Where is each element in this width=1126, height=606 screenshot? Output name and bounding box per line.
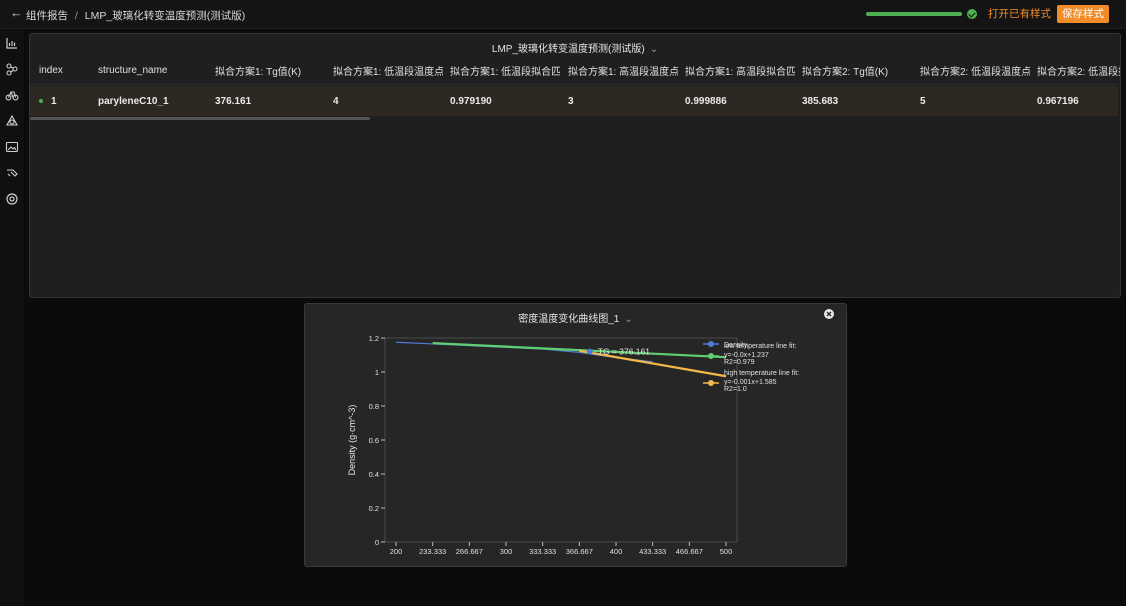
table-cell: 0.979190 xyxy=(450,95,492,107)
column-header[interactable]: 拟合方案2: 低温段温度点... xyxy=(920,56,1030,84)
column-header-structure-name[interactable]: structure_name xyxy=(98,56,208,84)
check-circle-icon xyxy=(967,9,977,19)
result-table-panel: LMP_玻璃化转变温度预测(测试版) ⌄ index structure_name… xyxy=(29,33,1121,298)
image-icon[interactable] xyxy=(5,140,19,154)
y-tick-label: 0.2 xyxy=(369,504,379,513)
legend-detail: R2=0.979 xyxy=(724,359,755,366)
x-tick-label: 366.667 xyxy=(566,547,593,556)
table-cell: 385.683 xyxy=(802,95,839,107)
x-tick-label: 266.667 xyxy=(456,547,483,556)
table-cell: paryleneC10_1 xyxy=(98,95,169,107)
legend-swatch-marker xyxy=(708,353,714,359)
sidebar xyxy=(0,29,24,606)
top-bar: ← 组件报告 / LMP_玻璃化转变温度预测(测试版) 打开已有样式 保存样式 xyxy=(0,0,1126,29)
density-chart-panel: 密度温度变化曲线图_1 ⌄ 0 0.2 0.4 0.6 0.8 1 1.2 200 233.333… xyxy=(304,303,847,567)
y-tick-label: 0 xyxy=(375,538,379,547)
legend-detail: y=-0.001x+1.585 xyxy=(724,379,777,386)
progress-bar xyxy=(866,12,962,16)
y-tick-label: 0.8 xyxy=(369,402,379,411)
series-line-1 xyxy=(432,342,727,359)
legend-label: high temperature line fit: xyxy=(724,370,799,377)
column-header[interactable]: 拟合方案1: Tg值(K) xyxy=(215,56,325,84)
x-tick-label: 400 xyxy=(610,547,623,556)
cycle-icon[interactable] xyxy=(5,192,19,206)
pen-icon[interactable] xyxy=(5,166,19,180)
column-header[interactable]: 拟合方案1: 低温段拟合匹... xyxy=(450,56,560,84)
table-title[interactable]: LMP_玻璃化转变温度预测(测试版) ⌄ xyxy=(30,40,1120,55)
save-style-button[interactable]: 保存样式 xyxy=(1057,5,1109,23)
progress-fill xyxy=(866,12,962,16)
y-tick-label: 0.6 xyxy=(369,436,379,445)
legend-label: low temperature line fit: xyxy=(724,343,796,350)
legend-swatch-marker xyxy=(708,380,714,386)
bike-icon[interactable] xyxy=(5,88,19,102)
legend-detail: y=-0.0x+1.237 xyxy=(724,352,769,359)
chevron-down-icon[interactable]: ⌄ xyxy=(650,44,658,55)
y-tick-label: 1 xyxy=(375,368,379,377)
legend-swatch-marker xyxy=(708,341,714,347)
breadcrumb-parent[interactable]: 组件报告 xyxy=(26,10,68,22)
bar-chart-icon[interactable] xyxy=(5,36,19,50)
breadcrumb-separator: / xyxy=(74,10,78,22)
breadcrumb: 组件报告 / LMP_玻璃化转变温度预测(测试版) xyxy=(26,8,245,23)
y-axis-label: Density (g·cm^-3) xyxy=(347,405,357,476)
legend-detail: R2=1.0 xyxy=(724,386,747,393)
column-header[interactable]: 拟合方案1: 高温段拟合匹... xyxy=(685,56,795,84)
table-cell: 4 xyxy=(333,95,339,107)
x-tick-label: 466.667 xyxy=(676,547,703,556)
table-cell: 5 xyxy=(920,95,926,107)
column-header[interactable]: 拟合方案1: 高温段温度点... xyxy=(568,56,678,84)
table-title-text: LMP_玻璃化转变温度预测(测试版) xyxy=(491,44,645,55)
column-header-index[interactable]: index xyxy=(39,56,99,84)
x-tick-label: 200 xyxy=(390,547,403,556)
table-header: index structure_name 拟合方案1: Tg值(K) 拟合方案1… xyxy=(30,56,1120,85)
table-row[interactable]: 1 paryleneC10_1 376.161 4 0.979190 3 0.9… xyxy=(30,86,1118,116)
density-line-chart: 0 0.2 0.4 0.6 0.8 1 1.2 200 233.333 266.667 300 333… xyxy=(347,334,799,556)
breadcrumb-current: LMP_玻璃化转变温度预测(测试版) xyxy=(84,10,246,22)
polymer-icon[interactable] xyxy=(5,114,19,128)
y-tick-label: 1.2 xyxy=(369,334,379,343)
x-tick-label: 300 xyxy=(500,547,513,556)
column-header[interactable]: 拟合方案2: Tg值(K) xyxy=(802,56,912,84)
row-status-dot xyxy=(39,99,43,103)
y-tick-label: 0.4 xyxy=(369,470,379,479)
column-header[interactable]: 拟合方案1: 低温段温度点... xyxy=(333,56,443,84)
open-existing-style-button[interactable]: 打开已有样式 xyxy=(988,7,1051,21)
x-tick-label: 500 xyxy=(720,547,733,556)
horizontal-scrollbar[interactable] xyxy=(30,117,370,120)
tg-marker-point xyxy=(586,348,593,355)
column-header[interactable]: 拟合方案2: 低温段拟合 xyxy=(1037,56,1120,84)
x-tick-label: 433.333 xyxy=(639,547,666,556)
table-cell: 1 xyxy=(39,86,99,116)
x-tick-label: 233.333 xyxy=(419,547,446,556)
tg-marker-label: TG = 376.161 xyxy=(598,347,650,357)
molecule-icon[interactable] xyxy=(5,62,19,76)
table-cell: 0.967196 xyxy=(1037,95,1079,107)
table-cell: 0.999886 xyxy=(685,95,727,107)
table-cell: 3 xyxy=(568,95,574,107)
x-tick-label: 333.333 xyxy=(529,547,556,556)
back-arrow-icon[interactable]: ← xyxy=(10,6,24,20)
table-cell-index: 1 xyxy=(51,95,57,107)
table-cell: 376.161 xyxy=(215,95,252,107)
